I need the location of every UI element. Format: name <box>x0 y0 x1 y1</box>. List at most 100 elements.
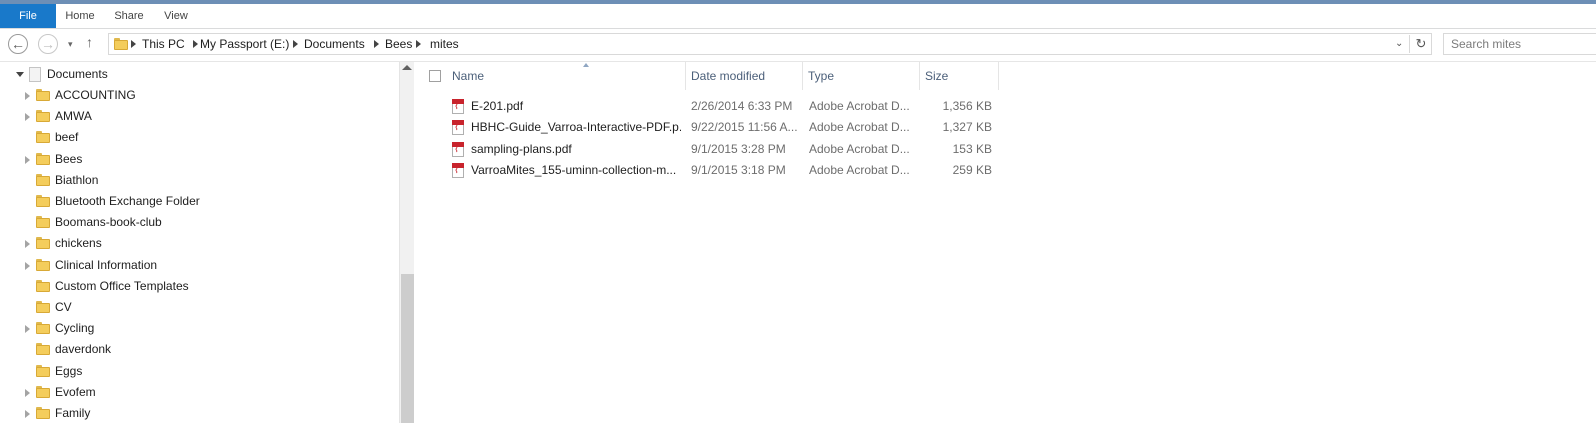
file-size: 1,356 KB <box>942 99 992 113</box>
file-date-modified: 9/22/2015 11:56 A... <box>691 120 798 135</box>
file-size: 153 KB <box>952 141 992 156</box>
ribbon-tabs: File Home Share View <box>0 4 1596 29</box>
folder-icon <box>36 407 50 419</box>
file-row[interactable]: E-201.pdf 2/26/2014 6:33 PM Adobe Acrobat … <box>415 96 1015 117</box>
column-header-name[interactable]: Name <box>446 62 686 90</box>
sidebar-item-label: CV <box>55 300 72 314</box>
sidebar-item-amwa[interactable]: AMWA <box>0 106 399 127</box>
navigation-pane: Documents ACCOUNTING AMWA beef Bees Biathlon… <box>0 62 414 423</box>
back-button[interactable]: ← <box>8 34 28 54</box>
breadcrumb-bees[interactable]: Bees <box>385 34 412 54</box>
address-dropdown-button[interactable]: ⌄ <box>1395 35 1403 53</box>
sidebar-item-bees[interactable]: Bees <box>0 149 399 170</box>
folder-icon <box>36 279 50 292</box>
forward-arrow-icon: → <box>41 36 55 52</box>
pdf-file-icon <box>452 141 464 157</box>
scroll-up-arrow-icon[interactable] <box>402 65 412 70</box>
sidebar-item-biathlon[interactable]: Biathlon <box>0 170 399 191</box>
chevron-right-icon[interactable] <box>416 40 421 48</box>
forward-button[interactable]: → <box>38 34 58 54</box>
sidebar-item-custom-office-templates[interactable]: Custom Office Templates <box>0 276 399 297</box>
sidebar-item-label: ACCOUNTING <box>55 88 136 102</box>
breadcrumb-this-pc[interactable]: This PC <box>142 34 185 54</box>
expand-triangle-icon[interactable] <box>25 113 30 122</box>
sidebar-item-family[interactable]: Family <box>0 403 399 424</box>
sidebar-item-label: Custom Office Templates <box>55 278 189 293</box>
expand-triangle-icon[interactable] <box>25 325 30 334</box>
up-button[interactable]: ↑ <box>86 35 93 49</box>
file-type: Adobe Acrobat D... <box>809 120 910 135</box>
file-type: Adobe Acrobat D... <box>809 141 910 156</box>
sidebar-item-label: Biathlon <box>55 172 99 187</box>
sidebar-item-evofem[interactable]: Evofem <box>0 382 399 403</box>
sidebar-item-clinical-information[interactable]: Clinical Information <box>0 255 399 276</box>
recent-locations-dropdown[interactable]: ▾ <box>68 37 73 51</box>
tab-file[interactable]: File <box>0 4 56 28</box>
sidebar-item-cv[interactable]: CV <box>0 297 399 318</box>
file-date-modified: 2/26/2014 6:33 PM <box>691 99 793 113</box>
up-arrow-icon: ↑ <box>86 34 93 50</box>
sidebar-item-beef[interactable]: beef <box>0 127 399 148</box>
sidebar-item-label: beef <box>55 130 79 145</box>
chevron-right-icon[interactable] <box>293 40 298 48</box>
file-row[interactable]: HBHC-Guide_Varroa-Interactive-PDF.p... 9/… <box>415 117 1015 138</box>
folder-icon <box>36 385 50 398</box>
expand-triangle-icon[interactable] <box>25 261 30 270</box>
file-name: HBHC-Guide_Varroa-Interactive-PDF.p... <box>471 120 681 135</box>
sidebar-item-eggs[interactable]: Eggs <box>0 361 399 382</box>
file-date-modified: 9/1/2015 3:28 PM <box>691 141 786 156</box>
chevron-right-icon[interactable] <box>131 40 136 48</box>
chevron-right-icon[interactable] <box>193 40 198 48</box>
pdf-file-icon <box>452 120 464 136</box>
nav-scrollbar[interactable] <box>399 62 414 423</box>
sidebar-item-bluetooth-exchange-folder[interactable]: Bluetooth Exchange Folder <box>0 191 399 212</box>
file-date-modified: 9/1/2015 3:18 PM <box>691 162 786 177</box>
search-input[interactable]: Search mites <box>1443 33 1596 55</box>
sidebar-item-daverdonk[interactable]: daverdonk <box>0 339 399 360</box>
expand-triangle-icon[interactable] <box>25 155 30 164</box>
column-header-label: Size <box>925 69 949 83</box>
breadcrumb-my-passport[interactable]: My Passport (E:) <box>200 34 289 54</box>
file-row[interactable]: sampling-plans.pdf 9/1/2015 3:28 PM Adobe … <box>415 139 1015 160</box>
scrollbar-thumb[interactable] <box>401 274 414 423</box>
folder-icon <box>36 301 50 313</box>
expanded-triangle-icon[interactable] <box>16 72 24 77</box>
breadcrumb-mites[interactable]: mites <box>430 34 459 54</box>
folder-icon <box>36 173 50 186</box>
file-name: sampling-plans.pdf <box>471 141 572 156</box>
refresh-icon: ↻ <box>1415 36 1427 51</box>
folder-icon <box>36 343 50 356</box>
expand-triangle-icon[interactable] <box>25 240 30 249</box>
expand-triangle-icon[interactable] <box>25 410 30 418</box>
column-header-type[interactable]: Type <box>802 62 920 90</box>
expand-triangle-icon[interactable] <box>25 92 30 100</box>
folder-icon <box>36 258 50 271</box>
column-header-size[interactable]: Size <box>919 62 999 90</box>
sidebar-item-chickens[interactable]: chickens <box>0 233 399 254</box>
address-bar[interactable]: This PC My Passport (E:) Documents Bees … <box>108 33 1432 55</box>
sidebar-item-boomans-book-club[interactable]: Boomans-book-club <box>0 212 399 233</box>
folder-icon <box>36 195 50 207</box>
file-size: 1,327 KB <box>942 120 992 135</box>
breadcrumb-documents[interactable]: Documents <box>304 34 365 54</box>
select-all-checkbox[interactable] <box>429 70 441 82</box>
sidebar-item-accounting[interactable]: ACCOUNTING <box>0 85 399 106</box>
expand-triangle-icon[interactable] <box>25 388 30 397</box>
tab-share[interactable]: Share <box>106 4 152 28</box>
tab-home[interactable]: Home <box>58 4 102 28</box>
sidebar-item-label: Bluetooth Exchange Folder <box>55 194 200 208</box>
folder-icon <box>36 131 50 144</box>
sidebar-item-cycling[interactable]: Cycling <box>0 318 399 339</box>
folder-icon <box>36 237 50 250</box>
documents-library-icon <box>29 67 41 82</box>
refresh-button[interactable]: ↻ <box>1409 35 1432 53</box>
chevron-right-icon[interactable] <box>374 40 379 48</box>
tree-item-documents[interactable]: Documents <box>0 64 399 85</box>
folder-icon <box>36 364 50 377</box>
file-row[interactable]: VarroaMites_155-uminn-collection-m... 9/1… <box>415 160 1015 181</box>
tab-view[interactable]: View <box>156 4 196 28</box>
file-name: VarroaMites_155-uminn-collection-m... <box>471 162 677 177</box>
file-list-pane: Name Date modified Type Size E-201.pdf 2/… <box>415 62 1596 423</box>
column-header-date-modified[interactable]: Date modified <box>685 62 803 90</box>
pdf-file-icon <box>452 162 464 178</box>
